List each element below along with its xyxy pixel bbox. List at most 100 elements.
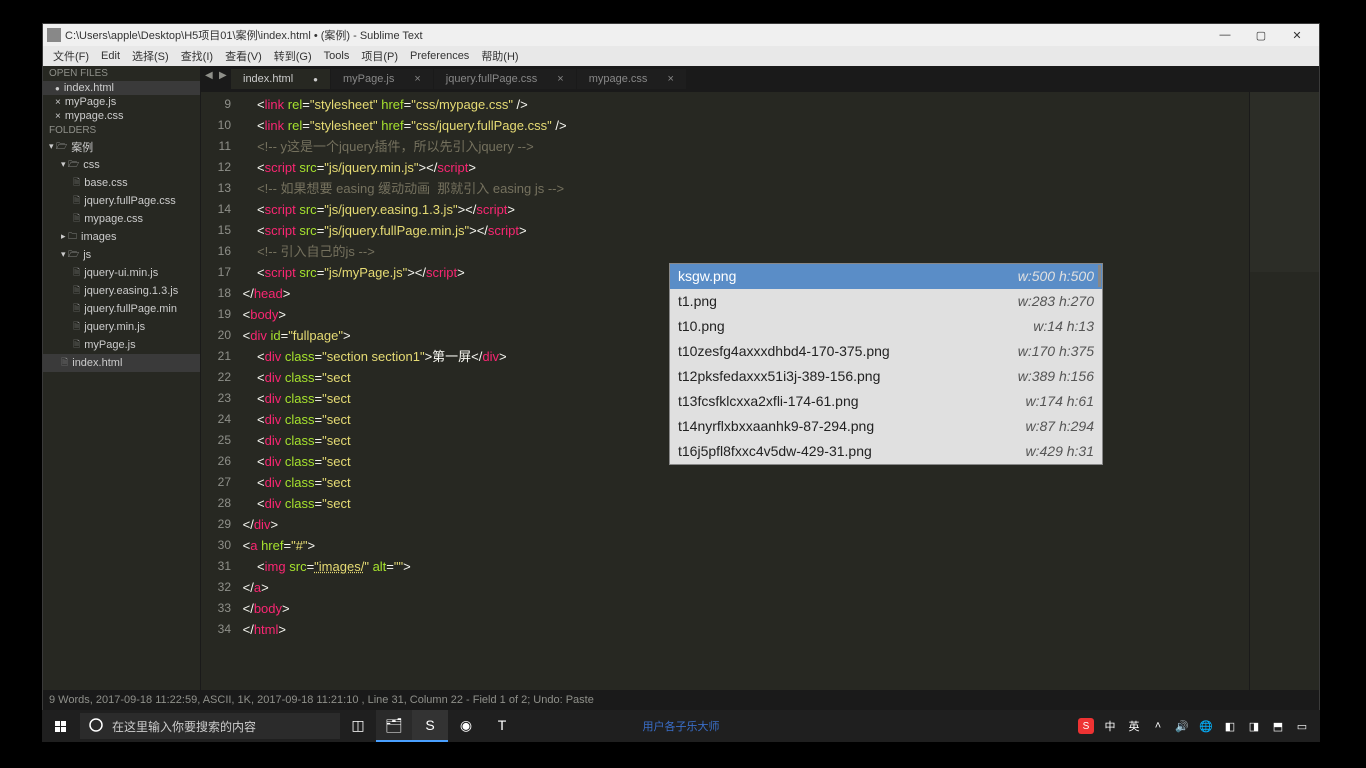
file-icon: 🗎	[73, 301, 80, 317]
tray-ime-en[interactable]: 英	[1126, 718, 1142, 734]
folder-css[interactable]: ▾ 🗁css	[43, 156, 200, 174]
cortana-icon	[88, 717, 104, 736]
taskbar-chrome[interactable]: ◉	[448, 710, 484, 742]
folder-js[interactable]: ▾ 🗁js	[43, 246, 200, 264]
open-file-item[interactable]: mypage.css	[43, 109, 200, 123]
tray-app-icon[interactable]: ◧	[1222, 718, 1238, 734]
tab-fullpage-css[interactable]: jquery.fullPage.css×	[434, 69, 576, 89]
minimize-button[interactable]: —	[1207, 25, 1243, 45]
close-button[interactable]: ✕	[1279, 25, 1315, 45]
file-item[interactable]: 🗎mypage.css	[43, 210, 200, 228]
folder-root[interactable]: ▾ 🗁案例	[43, 138, 200, 156]
tab-mypage-css[interactable]: mypage.css×	[577, 69, 686, 89]
autocomplete-item[interactable]: t12pksfedaxxx51i3j-389-156.pngw:389 h:15…	[670, 364, 1102, 389]
folder-open-icon: ▾ 🗁	[61, 247, 79, 263]
sidebar: OPEN FILES index.html myPage.js mypage.c…	[43, 66, 201, 690]
menu-file[interactable]: 文件(F)	[47, 48, 95, 64]
window-title: C:\Users\apple\Desktop\H5项目01\案例\index.h…	[65, 27, 1207, 43]
start-button[interactable]	[42, 710, 78, 742]
file-icon: 🗎	[73, 175, 80, 191]
autocomplete-item[interactable]: ksgw.pngw:500 h:500	[670, 264, 1102, 289]
menu-edit[interactable]: Edit	[95, 50, 126, 62]
file-item[interactable]: 🗎jquery-ui.min.js	[43, 264, 200, 282]
search-box[interactable]: 在这里输入你要搜索的内容	[80, 713, 340, 739]
taskbar-center-text: 用户各子乐大师	[643, 718, 720, 734]
minimap-viewport[interactable]	[1250, 92, 1319, 272]
file-icon: 🗎	[73, 193, 80, 209]
tray-volume-icon[interactable]: 🔊	[1174, 718, 1190, 734]
autocomplete-scrollbar[interactable]	[1098, 265, 1101, 287]
menu-preferences[interactable]: Preferences	[404, 50, 475, 62]
tray-network-icon[interactable]: 🌐	[1198, 718, 1214, 734]
autocomplete-popup[interactable]: ksgw.pngw:500 h:500 t1.pngw:283 h:270 t1…	[669, 263, 1103, 465]
menu-find[interactable]: 查找(I)	[175, 48, 219, 64]
menu-help[interactable]: 帮助(H)	[475, 48, 524, 64]
minimap[interactable]	[1249, 92, 1319, 690]
tab-close-icon[interactable]: ×	[557, 73, 563, 85]
tab-bar: index.html● myPage.js× jquery.fullPage.c…	[201, 66, 1319, 92]
menubar: 文件(F) Edit 选择(S) 查找(I) 查看(V) 转到(G) Tools…	[43, 46, 1319, 66]
menu-tools[interactable]: Tools	[318, 50, 356, 62]
autocomplete-item[interactable]: t1.pngw:283 h:270	[670, 289, 1102, 314]
editor-area: ◀ ▶ ▼ index.html● myPage.js× jquery.full…	[201, 66, 1319, 690]
task-view-button[interactable]: ◫	[340, 710, 376, 742]
folder-closed-icon: ▸ 🗀	[61, 229, 77, 245]
status-text: 9 Words, 2017-09-18 11:22:59, ASCII, 1K,…	[49, 694, 594, 706]
app-icon	[47, 28, 61, 42]
autocomplete-item[interactable]: t10.pngw:14 h:13	[670, 314, 1102, 339]
folder-open-icon: ▾ 🗁	[49, 139, 67, 155]
file-icon: 🗎	[73, 337, 80, 353]
file-item[interactable]: 🗎myPage.js	[43, 336, 200, 354]
autocomplete-item[interactable]: t10zesfg4axxxdhbd4-170-375.pngw:170 h:37…	[670, 339, 1102, 364]
tray-chevron-icon[interactable]: ˄	[1150, 718, 1166, 734]
taskbar-app[interactable]: T	[484, 710, 520, 742]
menu-goto[interactable]: 转到(G)	[268, 48, 318, 64]
titlebar: C:\Users\apple\Desktop\H5项目01\案例\index.h…	[43, 24, 1319, 46]
taskbar: 在这里输入你要搜索的内容 ◫ 🗂 S ◉ T 用户各子乐大师 S 中 英 ˄ 🔊…	[42, 710, 1320, 742]
file-item[interactable]: 🗎index.html	[43, 354, 200, 372]
tray-sogou-icon[interactable]: S	[1078, 718, 1094, 734]
file-item[interactable]: 🗎base.css	[43, 174, 200, 192]
menu-project[interactable]: 项目(P)	[355, 48, 404, 64]
tab-dirty-icon: ●	[313, 75, 318, 84]
tray-action-center-icon[interactable]: ▭	[1294, 718, 1310, 734]
menu-select[interactable]: 选择(S)	[126, 48, 175, 64]
tray-app-icon[interactable]: ⬒	[1270, 718, 1286, 734]
open-file-item[interactable]: index.html	[43, 81, 200, 95]
file-item[interactable]: 🗎jquery.min.js	[43, 318, 200, 336]
file-icon: 🗎	[73, 283, 80, 299]
code-editor[interactable]: 9101112131415161718192021222324252627282…	[201, 92, 1319, 690]
file-item[interactable]: 🗎jquery.fullPage.min	[43, 300, 200, 318]
system-tray: S 中 英 ˄ 🔊 🌐 ◧ ◨ ⬒ ▭	[1078, 718, 1320, 734]
taskbar-explorer[interactable]: 🗂	[376, 710, 412, 742]
autocomplete-item[interactable]: t16j5pfl8fxxc4v5dw-429-31.pngw:429 h:31	[670, 439, 1102, 464]
search-placeholder: 在这里输入你要搜索的内容	[112, 718, 256, 735]
open-file-item[interactable]: myPage.js	[43, 95, 200, 109]
nav-back-button[interactable]: ◀	[205, 70, 217, 84]
file-icon: 🗎	[61, 355, 68, 371]
tab-close-icon[interactable]: ×	[414, 73, 420, 85]
folders-header: FOLDERS	[43, 123, 200, 138]
folder-open-icon: ▾ 🗁	[61, 157, 79, 173]
autocomplete-item[interactable]: t14nyrflxbxxaanhk9-87-294.pngw:87 h:294	[670, 414, 1102, 439]
open-files-header: OPEN FILES	[43, 66, 200, 81]
file-icon: 🗎	[73, 319, 80, 335]
nav-forward-button[interactable]: ▶	[219, 70, 231, 84]
tab-index[interactable]: index.html●	[231, 69, 330, 89]
file-icon: 🗎	[73, 265, 80, 281]
autocomplete-item[interactable]: t13fcsfklcxxa2xfli-174-61.pngw:174 h:61	[670, 389, 1102, 414]
folder-images[interactable]: ▸ 🗀images	[43, 228, 200, 246]
tray-ime-zh[interactable]: 中	[1102, 718, 1118, 734]
file-item[interactable]: 🗎jquery.fullPage.css	[43, 192, 200, 210]
menu-view[interactable]: 查看(V)	[219, 48, 268, 64]
maximize-button[interactable]: ▢	[1243, 25, 1279, 45]
statusbar: 9 Words, 2017-09-18 11:22:59, ASCII, 1K,…	[43, 690, 1319, 710]
gutter: 9101112131415161718192021222324252627282…	[201, 92, 239, 690]
tab-mypage-js[interactable]: myPage.js×	[331, 69, 433, 89]
tray-app-icon[interactable]: ◨	[1246, 718, 1262, 734]
tab-close-icon[interactable]: ×	[667, 73, 673, 85]
app-window: C:\Users\apple\Desktop\H5项目01\案例\index.h…	[42, 23, 1320, 711]
taskbar-sublime[interactable]: S	[412, 710, 448, 742]
windows-icon	[55, 721, 66, 732]
file-item[interactable]: 🗎jquery.easing.1.3.js	[43, 282, 200, 300]
